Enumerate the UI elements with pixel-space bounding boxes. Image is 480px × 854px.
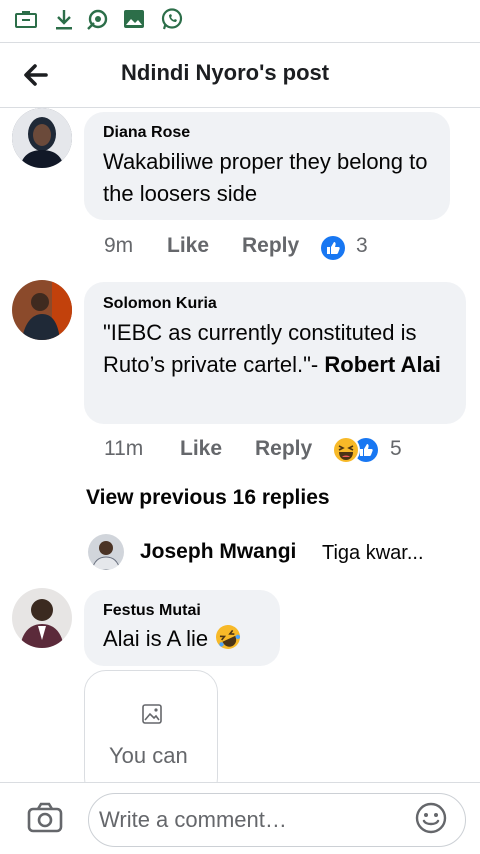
avatar-photo [12, 280, 72, 340]
attachment-caption: You can [109, 743, 188, 768]
avatar-photo [88, 534, 124, 570]
back-arrow-icon[interactable] [18, 57, 54, 93]
comment-time: 11m [104, 437, 144, 460]
download-icon [56, 10, 72, 30]
comment-author[interactable]: Solomon Kuria [103, 295, 217, 313]
comment-text: "IEBC as currently constituted is Ruto’s… [103, 317, 455, 381]
reply-button[interactable]: Reply [242, 234, 299, 258]
camera-icon[interactable] [26, 799, 64, 837]
page-title: Ndindi Nyoro's post [121, 60, 330, 85]
avatar[interactable] [12, 588, 72, 648]
app-bar: Ndindi Nyoro's post [0, 42, 480, 108]
avatar-photo [12, 588, 72, 648]
view-previous-replies-link[interactable]: View previous 16 replies [86, 486, 330, 510]
image-icon [142, 704, 162, 724]
whatsapp-icon [161, 8, 183, 30]
hotspot-icon [87, 9, 108, 30]
avatar[interactable] [12, 280, 72, 340]
reaction-count[interactable]: 3 [356, 234, 368, 258]
comment-input[interactable] [88, 793, 466, 847]
briefcase-icon [15, 11, 37, 28]
avatar-photo [12, 108, 72, 168]
gallery-icon [124, 10, 144, 28]
reaction-count[interactable]: 5 [390, 437, 402, 461]
avatar[interactable] [88, 534, 124, 570]
rofl-emoji-icon [216, 625, 241, 649]
image-attachment[interactable]: You can [84, 670, 218, 800]
like-button[interactable]: Like [167, 234, 209, 258]
comment-text: Wakabiliwe proper they belong to the loo… [103, 149, 428, 206]
like-reaction-icon[interactable] [320, 235, 346, 261]
comment-author[interactable]: Festus Mutai [103, 602, 201, 620]
comment-text-main: Alai is A lie [103, 626, 209, 651]
reply-preview-author[interactable]: Joseph Mwangi [140, 540, 296, 564]
comment-text: Alai is A lie [103, 623, 242, 655]
comment-composer [0, 782, 480, 854]
mentioned-name[interactable]: Robert Alai [324, 352, 441, 377]
status-bar [0, 0, 480, 40]
avatar[interactable] [12, 108, 72, 168]
comment-time: 9m [104, 234, 134, 257]
reply-button[interactable]: Reply [255, 437, 312, 461]
comment-author[interactable]: Diana Rose [103, 124, 190, 142]
reactions-icons[interactable] [332, 436, 380, 464]
emoji-icon[interactable] [414, 801, 448, 835]
like-button[interactable]: Like [180, 437, 222, 461]
reply-preview-text[interactable]: Tiga kwar... [322, 542, 424, 565]
